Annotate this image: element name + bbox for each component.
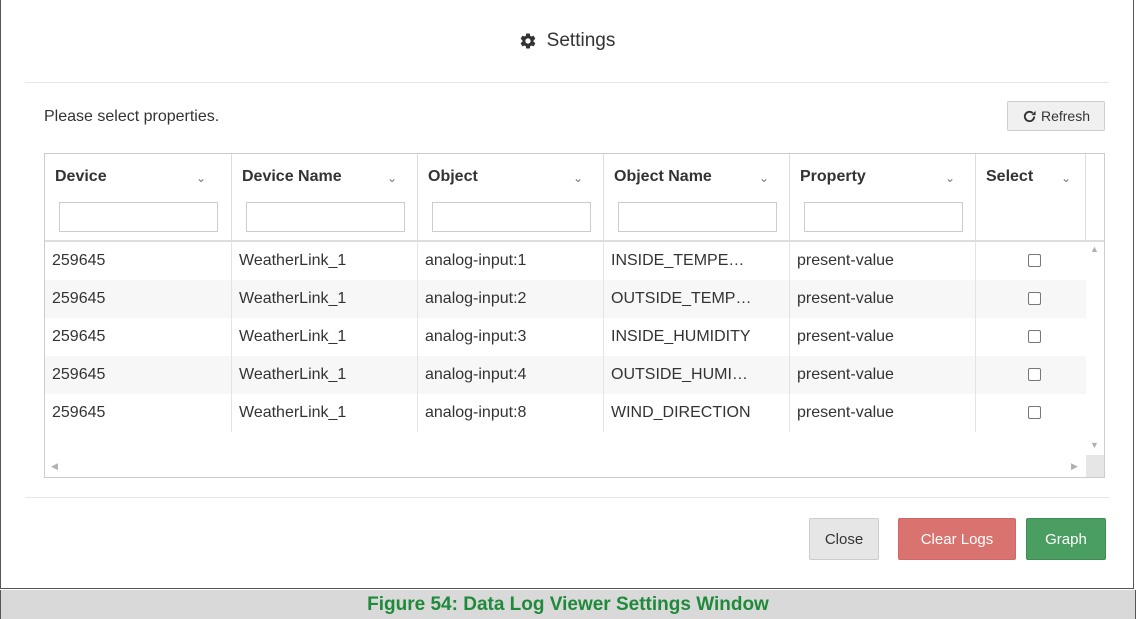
- footer-divider: [25, 497, 1109, 498]
- dialog-title: Settings: [546, 30, 616, 51]
- filter-input-object[interactable]: [432, 202, 591, 232]
- column-header-device-name[interactable]: Device Name ⌄: [232, 154, 418, 240]
- cell-device: 259645: [45, 242, 232, 280]
- scroll-right-icon[interactable]: ▶: [1071, 461, 1078, 472]
- column-header-object-name[interactable]: Object Name ⌄: [604, 154, 790, 240]
- refresh-label: Refresh: [1040, 108, 1091, 124]
- graph-button[interactable]: Graph: [1026, 518, 1106, 560]
- filter-input-object-name[interactable]: [618, 202, 777, 232]
- cell-device-name: WeatherLink_1: [232, 356, 418, 394]
- cell-device: 259645: [45, 356, 232, 394]
- cell-property: present-value: [790, 356, 976, 394]
- select-checkbox[interactable]: [1028, 254, 1041, 267]
- chevron-down-icon[interactable]: ⌄: [945, 171, 957, 185]
- cell-object-name: OUTSIDE_HUMI…: [604, 356, 790, 394]
- cell-device: 259645: [45, 318, 232, 356]
- cell-object-name: INSIDE_TEMPE…: [604, 242, 790, 280]
- column-header-object[interactable]: Object ⌄: [418, 154, 604, 240]
- cell-object-name: OUTSIDE_TEMP…: [604, 280, 790, 318]
- close-button[interactable]: Close: [809, 518, 879, 560]
- cell-object: analog-input:3: [418, 318, 604, 356]
- select-checkbox[interactable]: [1028, 292, 1041, 305]
- settings-dialog: Settings Please select properties. Refre…: [0, 0, 1134, 589]
- cell-object: analog-input:1: [418, 242, 604, 280]
- column-label: Select: [986, 168, 1034, 185]
- column-label: Device Name: [242, 168, 342, 185]
- filter-input-device[interactable]: [59, 202, 218, 232]
- cell-object: analog-input:2: [418, 280, 604, 318]
- cell-device-name: WeatherLink_1: [232, 242, 418, 280]
- cell-object-name: WIND_DIRECTION: [604, 394, 790, 432]
- cell-device-name: WeatherLink_1: [232, 394, 418, 432]
- dialog-header: Settings: [25, 0, 1109, 83]
- refresh-icon: [1023, 110, 1036, 122]
- scroll-corner: [1086, 455, 1104, 477]
- refresh-button[interactable]: Refresh: [1007, 101, 1105, 131]
- figure-caption: Figure 54: Data Log Viewer Settings Wind…: [0, 590, 1136, 619]
- filter-input-device-name[interactable]: [246, 202, 405, 232]
- chevron-down-icon[interactable]: ⌄: [759, 171, 771, 185]
- scroll-left-icon[interactable]: ◀: [51, 461, 58, 472]
- cell-object: analog-input:4: [418, 356, 604, 394]
- clear-logs-button[interactable]: Clear Logs: [898, 518, 1016, 560]
- cell-object: analog-input:8: [418, 394, 604, 432]
- table-row[interactable]: 259645 WeatherLink_1 analog-input:1 INSI…: [45, 242, 1086, 280]
- scroll-down-icon[interactable]: ▼: [1090, 440, 1099, 450]
- grid-body: 259645 WeatherLink_1 analog-input:1 INSI…: [45, 242, 1086, 432]
- select-checkbox[interactable]: [1028, 368, 1041, 381]
- chevron-down-icon[interactable]: ⌄: [196, 171, 208, 185]
- column-label: Property: [800, 168, 866, 185]
- chevron-down-icon[interactable]: ⌄: [1061, 171, 1073, 185]
- filter-input-property[interactable]: [804, 202, 963, 232]
- select-checkbox[interactable]: [1028, 330, 1041, 343]
- cell-property: present-value: [790, 242, 976, 280]
- cell-object-name: INSIDE_HUMIDITY: [604, 318, 790, 356]
- cell-device-name: WeatherLink_1: [232, 280, 418, 318]
- column-header-property[interactable]: Property ⌄: [790, 154, 976, 240]
- cell-property: present-value: [790, 280, 976, 318]
- instructions-text: Please select properties.: [44, 108, 220, 125]
- cell-device: 259645: [45, 280, 232, 318]
- table-row[interactable]: 259645 WeatherLink_1 analog-input:8 WIND…: [45, 394, 1086, 432]
- column-label: Object: [428, 168, 478, 185]
- vertical-scrollbar[interactable]: ▲ ▼: [1086, 242, 1104, 450]
- table-row[interactable]: 259645 WeatherLink_1 analog-input:3 INSI…: [45, 318, 1086, 356]
- cell-property: present-value: [790, 318, 976, 356]
- select-checkbox[interactable]: [1028, 406, 1041, 419]
- chevron-down-icon[interactable]: ⌄: [387, 171, 399, 185]
- cell-device: 259645: [45, 394, 232, 432]
- cell-device-name: WeatherLink_1: [232, 318, 418, 356]
- table-row[interactable]: 259645 WeatherLink_1 analog-input:4 OUTS…: [45, 356, 1086, 394]
- table-row[interactable]: 259645 WeatherLink_1 analog-input:2 OUTS…: [45, 280, 1086, 318]
- properties-grid: Device ⌄ Device Name ⌄ Object ⌄ Object N…: [44, 153, 1105, 478]
- column-header-device[interactable]: Device ⌄: [45, 154, 232, 240]
- chevron-down-icon[interactable]: ⌄: [573, 171, 585, 185]
- column-label: Device: [55, 168, 107, 185]
- grid-header: Device ⌄ Device Name ⌄ Object ⌄ Object N…: [45, 154, 1104, 242]
- cell-property: present-value: [790, 394, 976, 432]
- column-header-select[interactable]: Select ⌄: [976, 154, 1086, 240]
- column-label: Object Name: [614, 168, 712, 185]
- gear-icon: [520, 33, 535, 49]
- scroll-up-icon[interactable]: ▲: [1090, 244, 1099, 254]
- horizontal-scrollbar[interactable]: ◀ ▶: [45, 455, 1086, 477]
